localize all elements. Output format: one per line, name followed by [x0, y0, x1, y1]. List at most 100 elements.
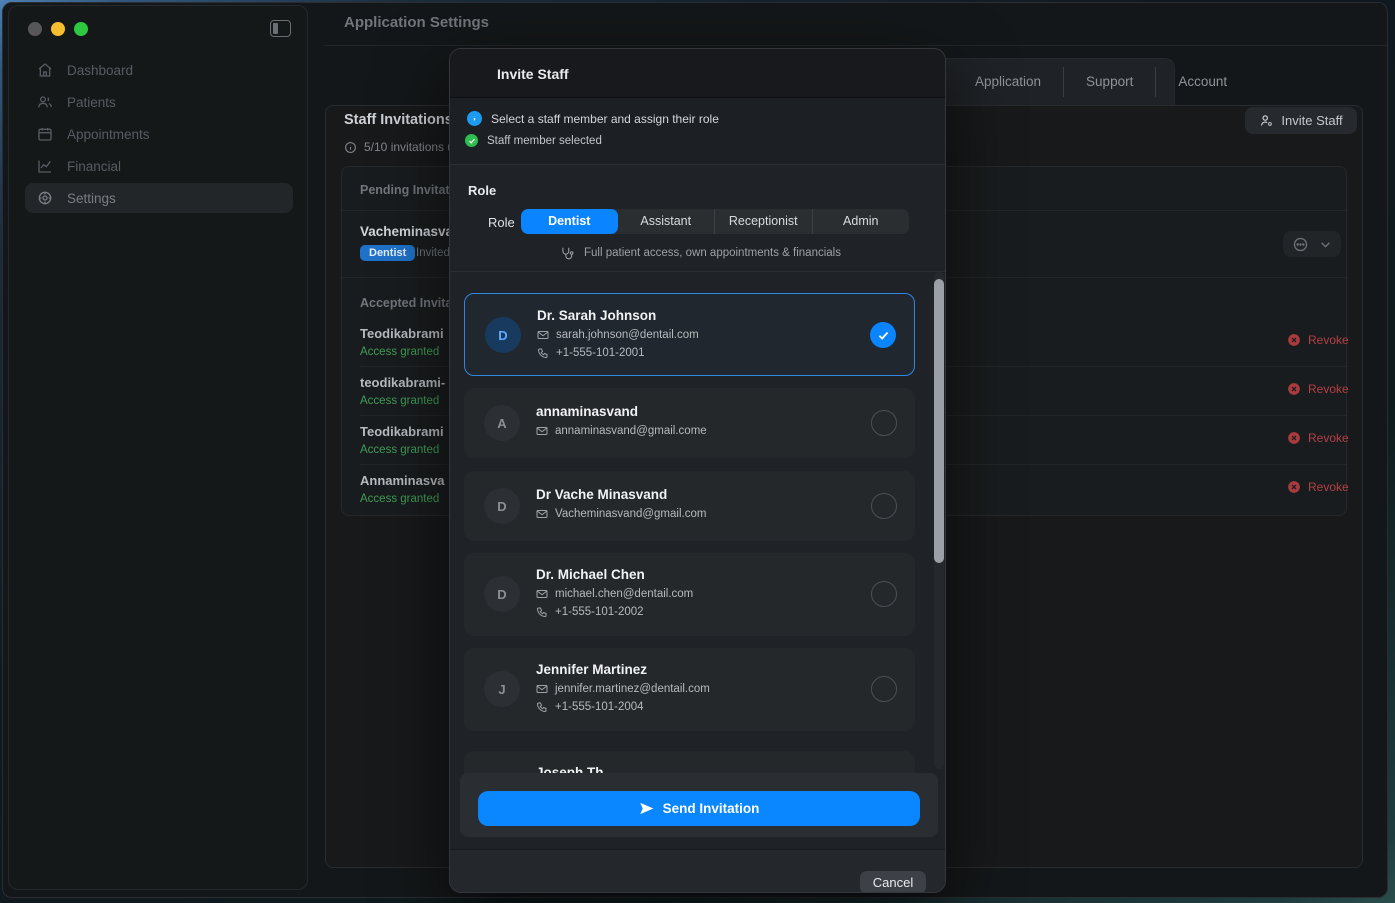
staff-email: michael.chen@dentail.com: [555, 588, 693, 600]
phone-icon: [536, 701, 548, 713]
email-icon: [536, 508, 548, 520]
staff-option-jennifer-martinez[interactable]: J Jennifer Martinez jennifer.martinez@de…: [464, 648, 915, 731]
role-description: Full patient access, own appointments & …: [560, 246, 841, 260]
role-option-receptionist[interactable]: Receptionist: [714, 209, 812, 234]
staff-name: Jennifer Martinez: [536, 662, 647, 677]
list-scrollbar-thumb[interactable]: [934, 279, 944, 563]
revoke-button[interactable]: Revoke: [1287, 431, 1349, 445]
role-field-label: Role: [488, 215, 515, 230]
sidebar-toggle-icon[interactable]: [270, 20, 291, 37]
tab-account[interactable]: Account: [1155, 67, 1249, 97]
section-title: Staff Invitations: [344, 112, 453, 128]
tab-application[interactable]: Application: [953, 67, 1063, 97]
sidebar-item-label: Dashboard: [67, 63, 133, 78]
send-invitation-button[interactable]: Send Invitation: [478, 791, 920, 826]
radio-unselected[interactable]: [871, 493, 897, 519]
sidebar-item-settings[interactable]: Settings: [25, 183, 293, 213]
role-option-assistant[interactable]: Assistant: [618, 209, 715, 234]
staff-email: Vacheminasvand@gmail.com: [555, 508, 706, 520]
staff-email: annaminasvand@gmail.come: [555, 425, 707, 437]
email-icon: [537, 329, 549, 341]
radio-unselected[interactable]: [871, 581, 897, 607]
accepted-name: Teodikabrami: [360, 424, 444, 439]
staff-email: jennifer.martinez@dentail.com: [555, 683, 710, 695]
role-option-dentist[interactable]: Dentist: [521, 209, 618, 234]
info-icon: [467, 111, 482, 126]
accepted-status: Access granted: [360, 493, 439, 505]
staff-option-annaminasvand[interactable]: A annaminasvand annaminasvand@gmail.come: [464, 388, 915, 458]
avatar: J: [484, 671, 520, 707]
staff-option-michael-chen[interactable]: D Dr. Michael Chen michael.chen@dentail.…: [464, 553, 915, 636]
accepted-name: Teodikabrami: [360, 326, 444, 341]
traffic-light-close[interactable]: [28, 22, 42, 36]
success-message: Staff member selected: [487, 135, 602, 147]
sidebar-item-label: Patients: [67, 95, 116, 110]
revoke-button[interactable]: Revoke: [1287, 382, 1349, 396]
staff-name: annaminasvand: [536, 404, 638, 419]
staff-email: sarah.johnson@dentail.com: [556, 329, 699, 341]
circle-x-icon: [1287, 480, 1301, 494]
role-option-admin[interactable]: Admin: [812, 209, 910, 234]
sidebar-item-label: Appointments: [67, 127, 150, 142]
circle-x-icon: [1287, 431, 1301, 445]
traffic-light-zoom[interactable]: [74, 22, 88, 36]
modal-title: Invite Staff: [497, 66, 569, 82]
email-icon: [536, 683, 548, 695]
staff-phone: +1-555-101-2001: [556, 347, 645, 359]
ellipsis-circle-icon[interactable]: [1292, 236, 1309, 253]
email-icon: [536, 588, 548, 600]
avatar: A: [484, 405, 520, 441]
send-icon: [639, 801, 654, 816]
avatar: D: [485, 317, 521, 353]
accepted-name: teodikabrami-: [360, 375, 445, 390]
radio-unselected[interactable]: [871, 410, 897, 436]
radio-unselected[interactable]: [871, 676, 897, 702]
calendar-icon: [37, 126, 53, 142]
accepted-status: Access granted: [360, 346, 439, 358]
sidebar-item-dashboard[interactable]: Dashboard: [25, 55, 293, 85]
modal-header: Invite Staff: [450, 49, 945, 98]
divider: [450, 271, 945, 272]
revoke-button[interactable]: Revoke: [1287, 480, 1349, 494]
invite-staff-button[interactable]: Invite Staff: [1245, 107, 1357, 134]
modal-footer: Cancel: [450, 849, 945, 893]
sidebar-item-patients[interactable]: Patients: [25, 87, 293, 117]
sidebar-item-label: Settings: [67, 191, 116, 206]
circle-x-icon: [1287, 382, 1301, 396]
patients-icon: [37, 94, 53, 110]
email-icon: [536, 425, 548, 437]
tab-support[interactable]: Support: [1063, 67, 1155, 97]
sidebar-item-financial[interactable]: Financial: [25, 151, 293, 181]
pending-actions: [1283, 231, 1341, 257]
accepted-status: Access granted: [360, 444, 439, 456]
staff-phone: +1-555-101-2002: [555, 606, 644, 618]
staff-option-vache-minasvand[interactable]: D Dr Vache Minasvand Vacheminasvand@gmai…: [464, 471, 915, 541]
chevron-down-icon[interactable]: [1319, 238, 1332, 251]
phone-icon: [536, 606, 548, 618]
header-divider: [324, 45, 1387, 46]
staff-phone: +1-555-101-2004: [555, 701, 644, 713]
accepted-name: Annaminasva: [360, 473, 445, 488]
staff-option-sarah-johnson[interactable]: D Dr. Sarah Johnson sarah.johnson@dentai…: [464, 293, 915, 376]
traffic-light-minimize[interactable]: [51, 22, 65, 36]
phone-icon: [537, 347, 549, 359]
modal-info-section: Select a staff member and assign their r…: [450, 98, 945, 165]
stethoscope-icon: [560, 246, 574, 260]
staff-name: Dr. Sarah Johnson: [537, 308, 656, 323]
sidebar-item-appointments[interactable]: Appointments: [25, 119, 293, 149]
role-segmented-control: Dentist Assistant Receptionist Admin: [521, 209, 909, 234]
sidebar-item-label: Financial: [67, 159, 121, 174]
revoke-button[interactable]: Revoke: [1287, 333, 1349, 347]
role-heading: Role: [468, 183, 496, 198]
circle-x-icon: [1287, 333, 1301, 347]
accepted-status: Access granted: [360, 395, 439, 407]
cancel-button[interactable]: Cancel: [860, 871, 926, 893]
sidebar: Dashboard Patients Appointments Financia…: [8, 5, 308, 890]
invite-staff-modal: Invite Staff Select a staff member and a…: [449, 48, 946, 893]
selected-check-icon[interactable]: [870, 322, 896, 348]
send-invitation-container: Send Invitation: [460, 773, 938, 837]
info-message: Select a staff member and assign their r…: [491, 112, 719, 126]
role-badge: Dentist: [360, 245, 415, 261]
gear-icon: [37, 190, 53, 206]
avatar: D: [484, 488, 520, 524]
